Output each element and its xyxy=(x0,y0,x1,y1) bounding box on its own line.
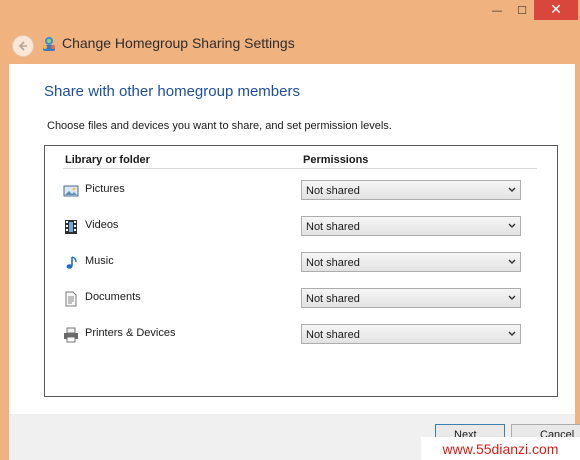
row-label: Pictures xyxy=(85,183,125,195)
table-row-documents: Documents Not shared xyxy=(45,288,557,310)
permission-dropdown-pictures[interactable]: Not shared xyxy=(301,180,521,200)
column-header-permissions: Permissions xyxy=(303,154,369,166)
back-button[interactable] xyxy=(12,35,34,57)
homegroup-icon xyxy=(43,37,55,51)
permission-dropdown-music[interactable]: Not shared xyxy=(301,252,521,272)
printer-icon xyxy=(64,327,78,343)
table-row-videos: Videos Not shared xyxy=(45,216,557,238)
permission-dropdown-printers[interactable]: Not shared xyxy=(301,324,521,344)
dropdown-value: Not shared xyxy=(306,185,360,197)
dropdown-value: Not shared xyxy=(306,293,360,305)
row-label: Videos xyxy=(85,219,119,231)
table-row-music: Music Not shared xyxy=(45,252,557,274)
table-row-pictures: Pictures Not shared xyxy=(45,180,557,202)
title-bar: — ☐ ✕ Change Homegroup Sharing Settings xyxy=(0,0,580,64)
column-header-library: Library or folder xyxy=(65,154,150,166)
close-button[interactable]: ✕ xyxy=(534,0,578,20)
permission-dropdown-documents[interactable]: Not shared xyxy=(301,288,521,308)
music-icon xyxy=(66,256,77,269)
content-area: Share with other homegroup members Choos… xyxy=(9,64,575,414)
videos-icon xyxy=(65,220,77,234)
page-heading: Share with other homegroup members xyxy=(44,83,300,100)
page-description: Choose files and devices you want to sha… xyxy=(47,120,392,132)
table-row-printers: Printers & Devices Not shared xyxy=(45,324,557,346)
permission-dropdown-videos[interactable]: Not shared xyxy=(301,216,521,236)
maximize-button[interactable]: ☐ xyxy=(510,0,534,20)
sharing-table: Library or folder Permissions Pictures N… xyxy=(44,145,558,397)
dropdown-value: Not shared xyxy=(306,221,360,233)
pictures-icon xyxy=(63,185,79,197)
chevron-down-icon xyxy=(508,295,516,300)
chevron-down-icon xyxy=(508,223,516,228)
dropdown-value: Not shared xyxy=(306,329,360,341)
chevron-down-icon xyxy=(508,331,516,336)
documents-icon xyxy=(65,291,77,307)
chevron-down-icon xyxy=(508,187,516,192)
watermark: www.55dianzi.com xyxy=(421,437,580,460)
window-title: Change Homegroup Sharing Settings xyxy=(62,35,295,51)
row-label: Printers & Devices xyxy=(85,327,176,339)
minimize-button[interactable]: — xyxy=(484,0,510,20)
back-arrow-icon xyxy=(18,41,27,51)
chevron-down-icon xyxy=(508,259,516,264)
dropdown-value: Not shared xyxy=(306,257,360,269)
row-label: Music xyxy=(85,255,114,267)
header-divider xyxy=(63,168,537,169)
row-label: Documents xyxy=(85,291,141,303)
